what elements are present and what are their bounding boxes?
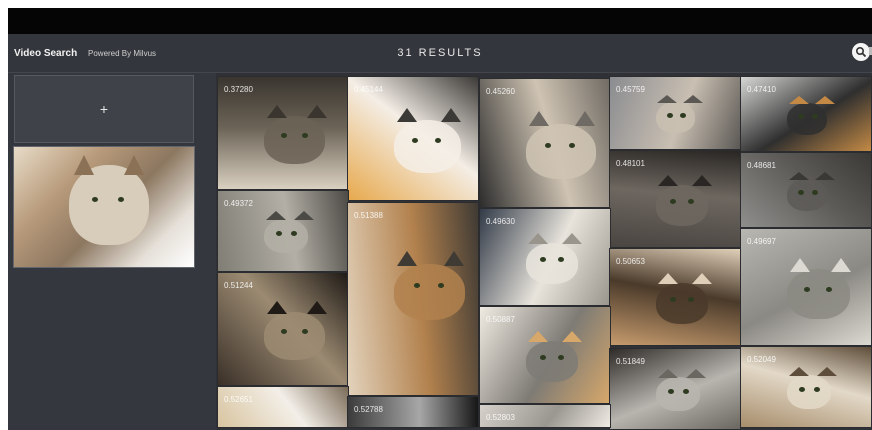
similarity-score: 0.45759 (616, 85, 645, 94)
plus-icon: + (99, 101, 109, 117)
similarity-score: 0.51244 (224, 281, 253, 290)
cat-image (393, 107, 462, 176)
result-thumbnail[interactable]: 0.49697 (740, 228, 872, 346)
result-thumbnail[interactable]: 0.45260 (479, 78, 611, 208)
result-thumbnail[interactable]: 0.45144 (347, 76, 479, 201)
cat-image (655, 273, 713, 326)
cat-image (525, 111, 596, 181)
cat-image (786, 258, 852, 322)
result-thumbnail[interactable]: 0.50887 (479, 306, 611, 404)
similarity-score: 0.50653 (616, 257, 645, 266)
query-image (13, 146, 195, 268)
result-thumbnail[interactable]: 0.52651 (217, 386, 349, 428)
cat-image (786, 367, 838, 411)
result-thumbnail[interactable]: 0.48681 (740, 152, 872, 228)
result-thumbnail[interactable]: 0.52803 (479, 404, 611, 428)
cat-image (525, 233, 583, 286)
sidebar: + (8, 73, 216, 430)
similarity-score: 0.52803 (486, 413, 515, 422)
upload-dropzone[interactable]: + (14, 75, 194, 143)
cat-image (655, 369, 707, 413)
similarity-score: 0.52651 (224, 395, 253, 404)
result-thumbnail[interactable]: 0.52049 (740, 346, 872, 428)
cat-image (525, 331, 583, 384)
similarity-score: 0.47410 (747, 85, 776, 94)
similarity-score: 0.52788 (354, 405, 383, 414)
result-thumbnail[interactable]: 0.47410 (740, 76, 872, 152)
result-thumbnail[interactable]: 0.50653 (609, 248, 741, 346)
similarity-score: 0.52049 (747, 355, 776, 364)
search-button[interactable] (852, 43, 870, 61)
similarity-score: 0.49372 (224, 199, 253, 208)
search-icon (855, 46, 867, 58)
cat-image (263, 301, 327, 363)
similarity-score: 0.48681 (747, 161, 776, 170)
result-thumbnail[interactable]: 0.49630 (479, 208, 611, 306)
similarity-score: 0.49630 (486, 217, 515, 226)
cat-image (263, 105, 327, 167)
similarity-score: 0.45144 (354, 85, 383, 94)
results-count: 31 RESULTS (397, 47, 483, 59)
similarity-score: 0.50887 (486, 315, 515, 324)
cat-image (655, 95, 704, 135)
app-window: Video Search Powered By Milvus 31 RESULT… (8, 8, 872, 430)
top-black-band (8, 8, 872, 34)
result-thumbnail[interactable]: 0.37280 (217, 76, 349, 190)
result-thumbnail[interactable]: 0.51849 (609, 348, 741, 430)
cat-image (786, 95, 835, 137)
result-thumbnail[interactable]: 0.49372 (217, 190, 349, 272)
result-thumbnail[interactable]: 0.51244 (217, 272, 349, 386)
result-thumbnail[interactable]: 0.45759 (609, 76, 741, 150)
result-thumbnail[interactable]: 0.52788 (347, 396, 479, 428)
similarity-score: 0.49697 (747, 237, 776, 246)
cat-image (655, 175, 713, 228)
similarity-score: 0.37280 (224, 85, 253, 94)
cat-image (393, 251, 465, 323)
similarity-score: 0.48101 (616, 159, 645, 168)
cat-image (786, 171, 835, 213)
similarity-score: 0.45260 (486, 87, 515, 96)
app-header: Video Search Powered By Milvus 31 RESULT… (8, 34, 872, 73)
cat-image (263, 211, 315, 255)
similarity-score: 0.51388 (354, 211, 383, 220)
similarity-score: 0.51849 (616, 357, 645, 366)
result-thumbnail[interactable]: 0.48101 (609, 150, 741, 248)
result-thumbnail[interactable]: 0.51388 (347, 202, 479, 396)
